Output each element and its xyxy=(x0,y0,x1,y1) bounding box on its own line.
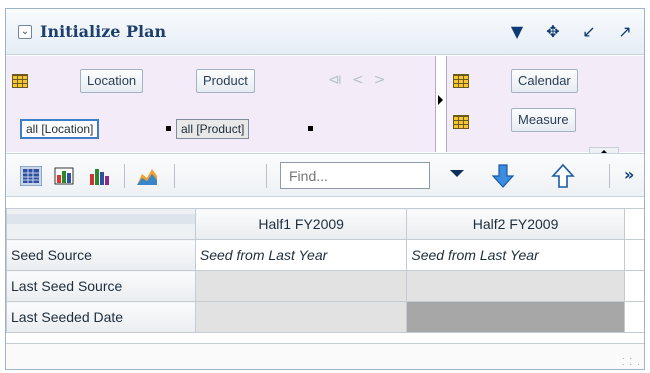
toolbar-separator xyxy=(124,164,125,188)
expand-icon[interactable]: ↗ xyxy=(616,22,634,41)
resize-grip-icon[interactable]: . .. . . xyxy=(622,353,641,368)
tile-navigation: ⧏<> xyxy=(328,72,395,88)
product-filter[interactable]: all [Product] xyxy=(176,119,250,139)
grid-footer: . .. . . xyxy=(6,343,644,369)
grid-cell[interactable] xyxy=(194,301,408,333)
grid-corner xyxy=(6,208,196,240)
filter-separator xyxy=(166,126,171,131)
calendar-tile[interactable]: Calendar xyxy=(511,69,578,93)
more-toolbar-button[interactable]: » xyxy=(624,165,634,184)
grid-cell[interactable]: Seed from Last Year xyxy=(194,239,408,271)
grid-filler xyxy=(623,239,644,271)
column-header[interactable]: Half1 FY2009 xyxy=(194,208,408,240)
grid-cell[interactable] xyxy=(406,270,625,302)
location-tile[interactable]: Location xyxy=(80,69,144,93)
column-header[interactable]: Half2 FY2009 xyxy=(406,208,625,240)
dropdown-icon[interactable]: ▼ xyxy=(508,22,526,41)
chart-view-icon[interactable] xyxy=(88,166,110,186)
toolbar-separator xyxy=(174,164,175,188)
move-icon[interactable]: ✥ xyxy=(544,22,562,41)
panel-header-actions: ▼ ✥ ↙ ↗ xyxy=(508,22,634,41)
filter-separator xyxy=(308,126,313,131)
chart-table-view-icon[interactable] xyxy=(54,166,76,186)
minimize-icon[interactable]: ↙ xyxy=(580,22,598,41)
view-toolbar: » xyxy=(6,153,644,197)
location-filter[interactable]: all [Location] xyxy=(20,119,100,139)
toolbar-separator xyxy=(266,164,267,188)
table-view-icon[interactable] xyxy=(20,166,42,186)
toolbar-separator xyxy=(609,164,610,188)
next-icon[interactable]: > xyxy=(374,72,396,88)
panel-title: Initialize Plan xyxy=(40,22,167,41)
grid-filler xyxy=(623,270,644,302)
column-dimensions-icon xyxy=(453,74,469,88)
data-grid: Half1 FY2009 Half2 FY2009 Seed Source Se… xyxy=(6,208,644,333)
measure-dimensions-icon xyxy=(453,115,469,129)
row-dimension-region: Location Product ⧏<> all [Location] all … xyxy=(6,56,436,152)
first-icon[interactable]: ⧏ xyxy=(328,72,352,88)
table-row: Last Seed Source xyxy=(6,270,644,302)
grid-header-row: Half1 FY2009 Half2 FY2009 xyxy=(6,208,644,240)
grid-filler xyxy=(623,301,644,333)
row-header[interactable]: Seed Source xyxy=(6,239,196,271)
area-chart-icon[interactable] xyxy=(136,166,158,186)
collapse-toggle[interactable]: ⌄ xyxy=(18,25,32,39)
initialize-plan-panel: ⌄ Initialize Plan ▼ ✥ ↙ ↗ Location Produ… xyxy=(5,8,645,370)
find-next-icon[interactable] xyxy=(490,163,516,189)
panel-header: ⌄ Initialize Plan ▼ ✥ ↙ ↗ xyxy=(6,9,644,55)
row-header[interactable]: Last Seed Source xyxy=(6,270,196,302)
grid-cell[interactable]: Seed from Last Year xyxy=(406,239,625,271)
pivot-layout-area: Location Product ⧏<> all [Location] all … xyxy=(6,56,644,152)
row-dimensions-icon xyxy=(12,74,28,88)
measure-tile[interactable]: Measure xyxy=(511,108,576,132)
expand-splitter-icon[interactable] xyxy=(437,86,445,116)
product-tile[interactable]: Product xyxy=(196,69,255,93)
grid-filler xyxy=(623,208,644,240)
find-input[interactable] xyxy=(280,162,430,189)
find-previous-icon[interactable] xyxy=(550,163,576,189)
grid-cell[interactable] xyxy=(406,301,625,333)
table-row: Last Seeded Date xyxy=(6,301,644,333)
find-dropdown-icon[interactable] xyxy=(450,170,464,177)
grid-cell[interactable] xyxy=(194,270,408,302)
table-row: Seed Source Seed from Last Year Seed fro… xyxy=(6,239,644,271)
row-header[interactable]: Last Seeded Date xyxy=(6,301,196,333)
column-dimension-region: Calendar Measure xyxy=(446,56,644,152)
prev-icon[interactable]: < xyxy=(352,72,374,88)
